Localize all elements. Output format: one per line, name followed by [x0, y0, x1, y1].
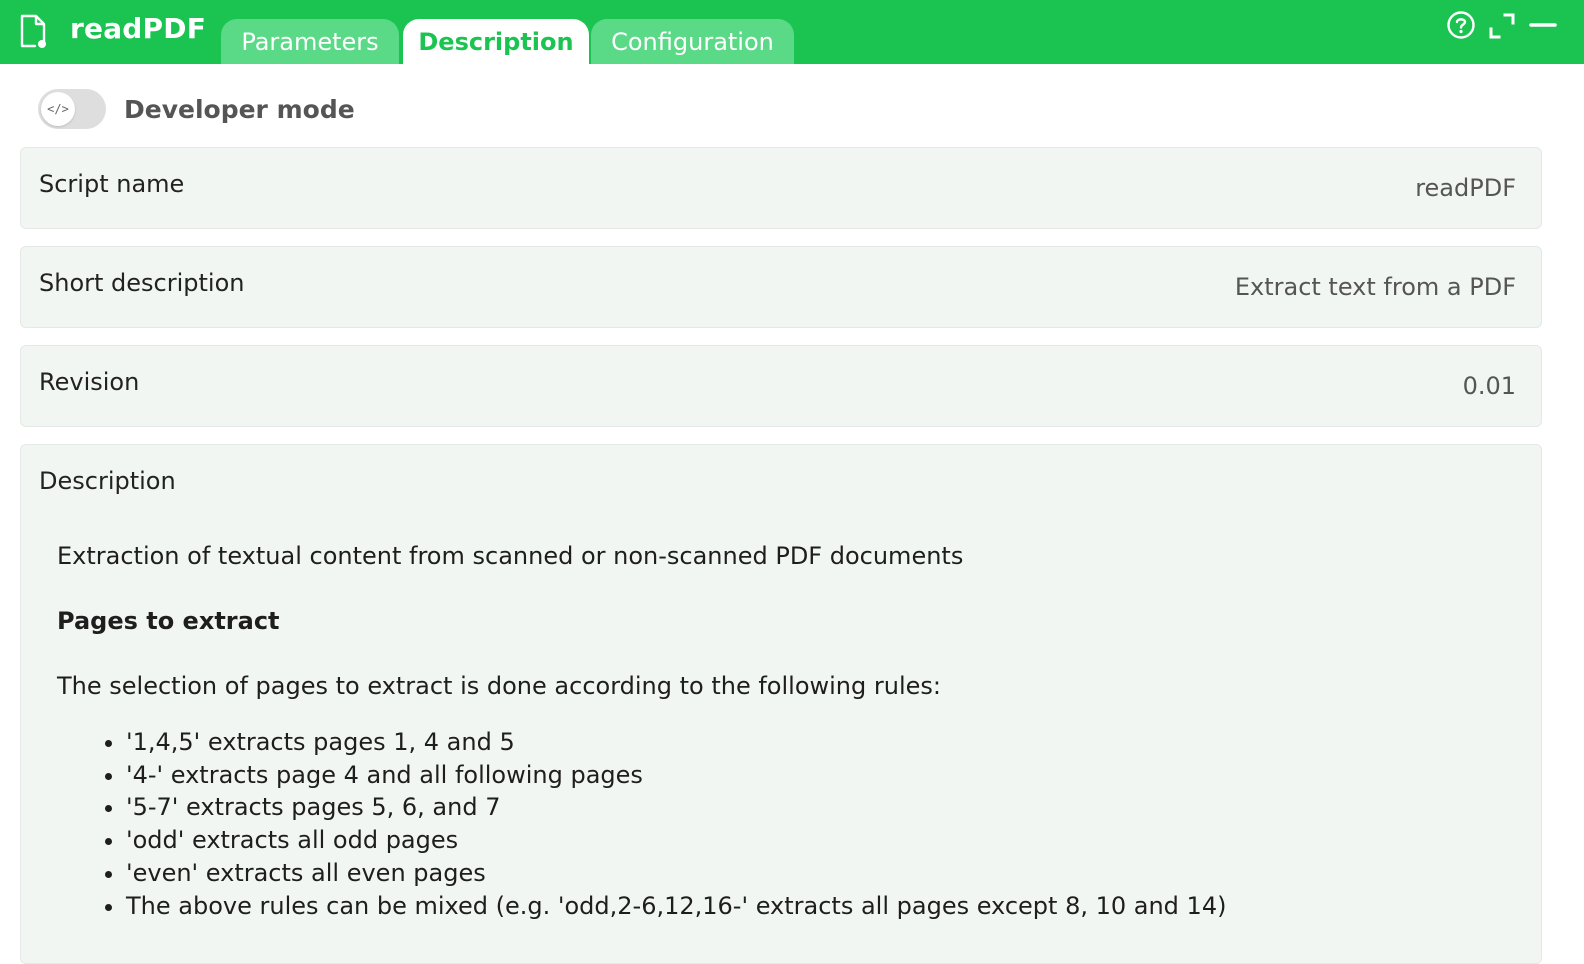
script-name-field[interactable]: Script name readPDF [20, 147, 1542, 229]
short-description-value[interactable]: Extract text from a PDF [1235, 273, 1516, 301]
revision-label: Revision [39, 368, 140, 396]
document-icon [20, 14, 46, 48]
list-item: '1,4,5' extracts pages 1, 4 and 5 [126, 726, 1517, 759]
list-item: '4-' extracts page 4 and all following p… [126, 759, 1517, 792]
minimize-icon[interactable] [1528, 12, 1558, 40]
description-intro: Extraction of textual content from scann… [57, 542, 964, 570]
short-description-label: Short description [39, 269, 245, 297]
short-description-field[interactable]: Short description Extract text from a PD… [20, 246, 1542, 328]
list-item: 'even' extracts all even pages [126, 857, 1517, 890]
developer-mode-label: Developer mode [124, 94, 355, 124]
script-name-label: Script name [39, 170, 185, 198]
expand-icon[interactable] [1488, 12, 1516, 40]
tab-parameters[interactable]: Parameters [221, 19, 399, 64]
help-icon[interactable] [1446, 10, 1476, 40]
description-content: Extraction of textual content from scann… [57, 540, 1517, 922]
tab-description[interactable]: Description [403, 19, 589, 64]
description-rules-intro: The selection of pages to extract is don… [57, 672, 941, 700]
list-item: '5-7' extracts pages 5, 6, and 7 [126, 791, 1517, 824]
revision-value[interactable]: 0.01 [1463, 372, 1516, 400]
developer-mode-row: </> Developer mode [38, 88, 355, 130]
rules-list: '1,4,5' extracts pages 1, 4 and 5 '4-' e… [57, 726, 1517, 922]
description-field[interactable]: Description Extraction of textual conten… [20, 444, 1542, 964]
description-heading: Pages to extract [57, 607, 280, 635]
revision-field[interactable]: Revision 0.01 [20, 345, 1542, 427]
list-item: 'odd' extracts all odd pages [126, 824, 1517, 857]
code-icon: </> [41, 92, 75, 126]
developer-mode-toggle[interactable]: </> [38, 89, 106, 129]
app-header: readPDF Parameters Description Configura… [0, 0, 1584, 64]
list-item: The above rules can be mixed (e.g. 'odd,… [126, 890, 1517, 923]
app-title: readPDF [70, 12, 207, 45]
script-name-value[interactable]: readPDF [1415, 174, 1516, 202]
description-label: Description [39, 467, 176, 495]
tab-configuration[interactable]: Configuration [591, 19, 794, 64]
